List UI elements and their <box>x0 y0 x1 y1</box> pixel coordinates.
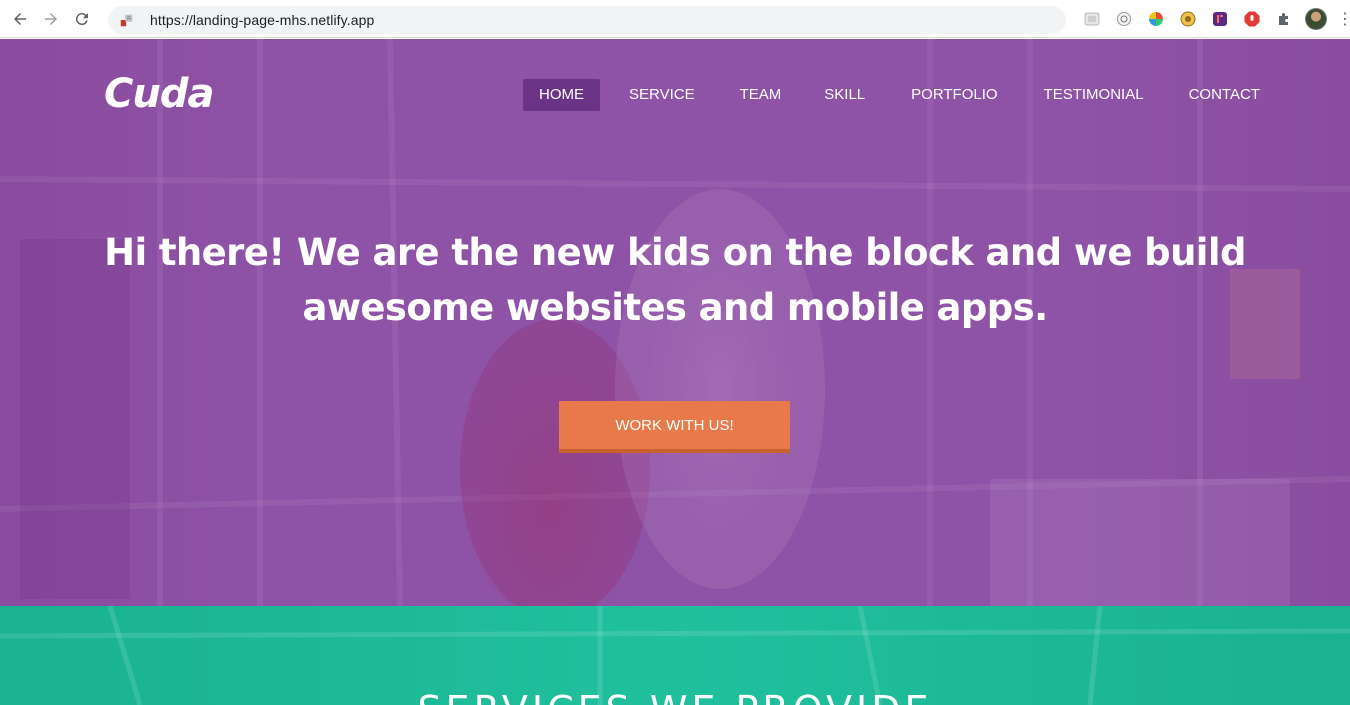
reload-icon <box>75 12 88 25</box>
nav-contact[interactable]: CONTACT <box>1173 79 1276 111</box>
services-section: SERVICES WE PROVIDE <box>0 606 1350 705</box>
forward-button[interactable] <box>40 8 62 30</box>
hero-title-line-1: Hi there! We are the new kids on the blo… <box>104 231 1246 274</box>
browser-toolbar: https://landing-page-mhs.netlify.app ⋮ <box>0 0 1350 38</box>
reload-button[interactable] <box>71 8 93 30</box>
nav-home[interactable]: HOME <box>523 79 600 111</box>
menu-icon[interactable]: ⋮ <box>1337 9 1350 29</box>
hero-title-line-2: awesome websites and mobile apps. <box>302 286 1048 329</box>
back-arrow-icon <box>14 12 26 25</box>
main-nav: HOME SERVICE TEAM SKILL PORTFOLIO TESTIM… <box>523 79 1276 111</box>
services-title: SERVICES WE PROVIDE <box>0 688 1350 705</box>
nav-skill[interactable]: SKILL <box>808 79 881 111</box>
nav-team[interactable]: TEAM <box>724 79 798 111</box>
adblock-icon[interactable] <box>1243 10 1261 28</box>
hero-section: Cuda HOME SERVICE TEAM SKILL PORTFOLIO T… <box>0 39 1350 606</box>
puzzle-icon[interactable] <box>1275 10 1293 28</box>
profile-avatar[interactable] <box>1305 8 1327 30</box>
nav-portfolio[interactable]: PORTFOLIO <box>895 79 1013 111</box>
extension-icon[interactable] <box>1179 10 1197 28</box>
extensions-tray: ⋮ <box>1076 0 1350 38</box>
extension-icon[interactable] <box>1115 10 1133 28</box>
nav-testimonial[interactable]: TESTIMONIAL <box>1028 79 1160 111</box>
back-button[interactable] <box>9 8 31 30</box>
nav-service[interactable]: SERVICE <box>613 79 711 111</box>
extension-icon[interactable] <box>1083 10 1101 28</box>
hero-title: Hi there! We are the new kids on the blo… <box>0 225 1350 335</box>
site-info-icon[interactable] <box>118 11 136 29</box>
forward-arrow-icon <box>45 12 57 25</box>
url-text[interactable]: https://landing-page-mhs.netlify.app <box>150 12 374 28</box>
site-logo[interactable]: Cuda <box>104 71 214 117</box>
work-with-us-button[interactable]: WORK WITH US! <box>559 401 790 453</box>
address-bar[interactable]: https://landing-page-mhs.netlify.app <box>108 6 1066 34</box>
extension-icon[interactable] <box>1211 10 1229 28</box>
color-wheel-icon[interactable] <box>1147 10 1165 28</box>
